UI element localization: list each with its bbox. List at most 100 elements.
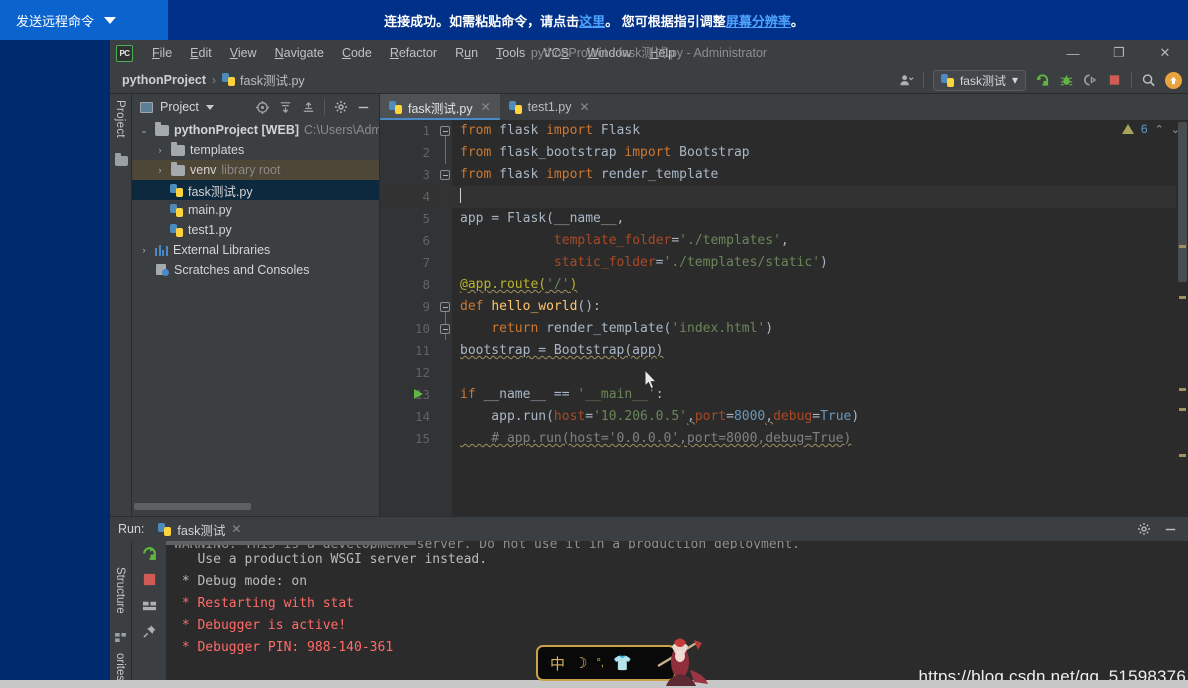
chevron-right-icon[interactable]: › (138, 245, 150, 255)
run-coverage-icon[interactable] (1083, 73, 1098, 88)
stop-icon[interactable] (1107, 73, 1122, 88)
fold-marker-icon[interactable] (440, 170, 450, 180)
run-icon[interactable] (1035, 73, 1050, 88)
fold-marker-icon[interactable] (440, 126, 450, 136)
gear-icon[interactable] (333, 100, 348, 115)
code-line-14: app.run(host='10.206.0.5',port=8000,debu… (460, 409, 860, 424)
run-gutter-icon[interactable] (414, 389, 423, 399)
project-horizontal-scrollbar[interactable] (132, 503, 372, 510)
stop-icon[interactable] (141, 571, 158, 588)
sidebar-tab-project[interactable]: Project (114, 100, 126, 138)
tree-row-pythonproject[interactable]: ⌄ pythonProject [WEB] C:\Users\Adm (132, 120, 379, 140)
search-icon[interactable] (1141, 73, 1156, 88)
scroll-from-source-icon[interactable] (255, 100, 270, 115)
fold-marker-icon[interactable] (440, 302, 450, 312)
menu-edit[interactable]: Edit (181, 43, 221, 63)
moon-icon[interactable]: ☽ (574, 654, 587, 672)
maximize-button[interactable]: ❐ (1096, 40, 1142, 66)
expand-all-icon[interactable] (278, 100, 293, 115)
hide-panel-icon[interactable] (356, 100, 371, 115)
chevron-down-icon[interactable] (205, 104, 214, 110)
fold-line (444, 136, 446, 164)
menu-vcs[interactable]: VCS (534, 43, 578, 63)
run-configuration-selector[interactable]: fask测试 ▾ (932, 69, 1026, 91)
console-horizontal-scrollbar[interactable] (166, 541, 416, 545)
line-number: 15 (414, 431, 430, 446)
editor-vertical-scrollbar[interactable] (1176, 120, 1188, 516)
punctuation-icon[interactable]: °, (596, 657, 603, 669)
breadcrumb-project[interactable]: pythonProject (122, 73, 206, 87)
layout-icon[interactable] (141, 597, 158, 614)
inspection-marker[interactable] (1179, 388, 1186, 391)
close-icon[interactable]: ✕ (481, 100, 491, 114)
inspection-marker[interactable] (1179, 245, 1186, 248)
line-number: 7 (422, 255, 430, 270)
line-number-gutter[interactable]: 1 2 3 4 5 6 7 8 9 10 11 12 13 14 15 (380, 120, 438, 516)
menu-refactor[interactable]: Refactor (381, 43, 446, 63)
tree-row-main-py[interactable]: main.py (132, 200, 379, 220)
menu-tools[interactable]: Tools (487, 43, 534, 63)
menu-file[interactable]: File (143, 43, 181, 63)
line-number: 3 (422, 167, 430, 182)
sidebar-tab-structure[interactable]: Structure (114, 567, 126, 614)
run-left-tool-bar: Structure orites (110, 541, 132, 688)
send-remote-command-button[interactable]: 发送远程命令 (0, 0, 168, 40)
banner-link-here[interactable]: 这里 (579, 11, 605, 30)
menu-run[interactable]: Run (446, 43, 487, 63)
inspection-marker[interactable] (1179, 454, 1186, 457)
menu-help[interactable]: Help (640, 43, 684, 63)
close-icon[interactable]: ✕ (579, 100, 589, 114)
pin-icon[interactable] (141, 623, 158, 640)
update-available-icon[interactable] (1165, 71, 1182, 89)
tree-label: Scratches and Consoles (174, 263, 310, 277)
tree-row-fask-test-py[interactable]: fask测试.py (132, 180, 379, 200)
tree-row-templates[interactable]: › templates (132, 140, 379, 160)
pycharm-logo-icon: PC (116, 44, 133, 62)
collapse-all-icon[interactable] (301, 100, 316, 115)
folder-icon (171, 161, 185, 176)
code-folding-gutter[interactable] (438, 120, 452, 516)
rerun-icon[interactable] (141, 545, 158, 562)
main-content-row: Project Project ⌄ pythonProject [WEB] C:… (110, 94, 1188, 516)
run-panel-tab[interactable]: fask测试 ✕ (153, 518, 246, 541)
menu-window[interactable]: Window (578, 43, 640, 63)
inspection-widget[interactable]: 6 ⌃ ⌄ (1121, 122, 1180, 136)
code-line-11: bootstrap = Bootstrap(app) (460, 343, 664, 358)
chevron-down-icon[interactable]: ⌄ (1171, 123, 1180, 136)
tree-row-venv[interactable]: › venv library root (132, 160, 379, 180)
line-number: 5 (422, 211, 430, 226)
project-tree: ⌄ pythonProject [WEB] C:\Users\Adm › tem… (132, 120, 379, 516)
menu-navigate[interactable]: Navigate (266, 43, 333, 63)
python-config-icon (940, 73, 954, 87)
breadcrumb-file[interactable]: fask测试.py (222, 70, 305, 89)
gear-icon[interactable] (1136, 522, 1151, 537)
tree-row-scratches[interactable]: Scratches and Consoles (132, 260, 379, 280)
chevron-right-icon[interactable]: › (154, 145, 166, 155)
skin-icon[interactable]: 👕 (613, 654, 632, 672)
folder-icon[interactable] (115, 153, 128, 166)
line-number: 14 (414, 409, 430, 424)
hide-panel-icon[interactable] (1163, 522, 1178, 537)
sidebar-tab-favorites[interactable]: orites (114, 653, 126, 681)
inspection-marker[interactable] (1179, 408, 1186, 411)
banner-link-resolution[interactable]: 屏幕分辨率 (726, 11, 791, 30)
chevron-down-icon[interactable]: ⌄ (138, 125, 150, 136)
chevron-up-icon[interactable]: ⌃ (1155, 123, 1164, 136)
inspection-marker[interactable] (1179, 296, 1186, 299)
user-account-icon[interactable] (899, 73, 914, 88)
menu-code[interactable]: Code (333, 43, 381, 63)
close-button[interactable]: ✕ (1142, 40, 1188, 66)
minimize-button[interactable]: — (1050, 40, 1096, 66)
tree-row-test1-py[interactable]: test1.py (132, 220, 379, 240)
chevron-right-icon[interactable]: › (154, 165, 166, 175)
ime-mode-label[interactable]: 中 (550, 653, 565, 674)
menu-view[interactable]: View (221, 43, 266, 63)
close-icon[interactable]: ✕ (231, 522, 241, 536)
editor-tab-fask-test[interactable]: fask测试.py ✕ (380, 94, 500, 120)
code-text[interactable]: from flask import Flask from flask_boots… (452, 120, 1188, 516)
tree-row-external-libraries[interactable]: › External Libraries (132, 240, 379, 260)
debug-icon[interactable] (1059, 73, 1074, 88)
editor-tab-test1[interactable]: test1.py ✕ (500, 94, 599, 120)
fold-marker-icon[interactable] (440, 324, 450, 334)
code-line-8: @app.route('/') (460, 277, 578, 292)
